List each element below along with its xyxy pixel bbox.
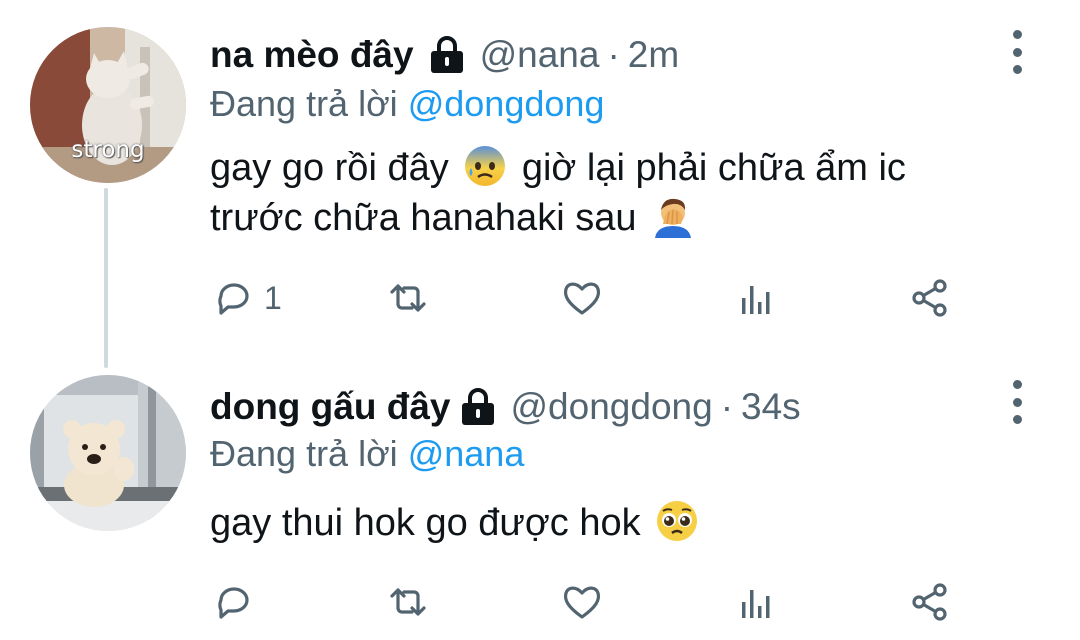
separator-dot: ·	[720, 386, 734, 427]
reply-count: 1	[264, 279, 282, 316]
reply-button[interactable]: 1	[212, 276, 282, 320]
share-button[interactable]	[908, 276, 952, 320]
tweet-text: gay thui hok go được hok	[210, 498, 990, 548]
replying-to-handle[interactable]: @dongdong	[408, 83, 605, 124]
user-handle[interactable]: @nana	[480, 34, 600, 76]
replying-to: Đang trả lời @nana	[210, 433, 524, 475]
analytics-button[interactable]	[734, 276, 778, 320]
tweet-text-line: gay go rồi đây	[210, 147, 449, 189]
more-options-icon[interactable]	[1008, 30, 1026, 74]
tweet-text-line: trước chữa hanahaki sau	[210, 197, 637, 239]
replying-to-label: Đang trả lời	[210, 83, 398, 124]
reply-button[interactable]	[212, 580, 256, 624]
retweet-icon	[390, 284, 426, 312]
heart-icon	[563, 586, 601, 619]
avatar[interactable]: strong	[30, 27, 186, 183]
tweet-actions	[0, 574, 1080, 634]
separator-dot: ·	[607, 34, 620, 75]
retweet-button[interactable]	[386, 276, 430, 320]
more-options-icon[interactable]	[1008, 380, 1026, 424]
share-icon	[912, 279, 947, 317]
display-name[interactable]: na mèo đây	[210, 34, 414, 76]
tweet[interactable]: strong na mèo đây @nana · 2m Đang trả lờ…	[0, 0, 1080, 368]
tweet-text-line: giờ lại phải chữa ẩm ic	[521, 147, 906, 189]
avatar-caption: strong	[71, 137, 145, 163]
timestamp[interactable]: 34s	[741, 386, 801, 428]
tweet-text: gay go rồi đây giờ lại phải chữa ẩm ic t…	[210, 143, 990, 243]
retweet-button[interactable]	[386, 580, 430, 624]
heart-icon	[563, 282, 601, 315]
analytics-icon	[742, 286, 770, 314]
lock-icon	[428, 35, 466, 75]
tweet-header: na mèo đây @nana · 2m	[210, 30, 679, 80]
teddy-bear-photo-icon	[30, 375, 186, 531]
share-icon	[912, 583, 947, 621]
lock-icon	[459, 387, 497, 427]
man-facepalming-icon	[651, 194, 695, 238]
reply-icon	[218, 587, 249, 619]
tweet[interactable]: dong gấu đây @dongdong · 34s Đang trả lờ…	[0, 368, 1080, 640]
replying-to-handle[interactable]: @nana	[408, 433, 525, 474]
share-button[interactable]	[908, 580, 952, 624]
replying-to: Đang trả lời @dongdong	[210, 83, 604, 125]
analytics-button[interactable]	[734, 580, 778, 624]
reply-icon	[218, 283, 249, 315]
timestamp[interactable]: 2m	[628, 34, 679, 76]
like-button[interactable]	[560, 276, 604, 320]
tweet-actions: 1	[0, 270, 1080, 330]
anxious-face-with-sweat-icon	[463, 144, 507, 188]
retweet-icon	[390, 588, 426, 616]
tweet-text-line: gay thui hok go được hok	[210, 502, 641, 544]
pleading-face-icon	[655, 499, 699, 543]
analytics-icon	[742, 590, 770, 618]
like-button[interactable]	[560, 580, 604, 624]
avatar[interactable]	[30, 375, 186, 531]
display-name[interactable]: dong gấu đây	[210, 386, 451, 428]
tweet-header: dong gấu đây @dongdong · 34s	[210, 382, 801, 432]
user-handle[interactable]: @dongdong	[511, 386, 713, 428]
replying-to-label: Đang trả lời	[210, 433, 398, 474]
